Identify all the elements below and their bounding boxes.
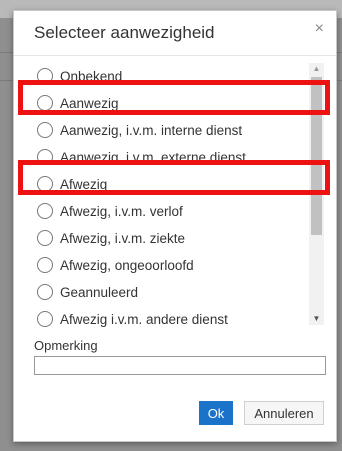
radio-button[interactable] — [37, 284, 53, 300]
radio-button[interactable] — [37, 176, 53, 192]
option-label: Afwezig i.v.m. andere dienst — [60, 311, 228, 327]
option-geannuleerd[interactable]: Geannuleerd — [37, 279, 138, 305]
option-label: Afwezig, ongeoorloofd — [60, 257, 194, 273]
option-afwezig-verlof[interactable]: Afwezig, i.v.m. verlof — [37, 198, 183, 224]
attendance-option-list[interactable]: Onbekend Aanwezig Aanwezig, i.v.m. inter… — [32, 55, 326, 331]
option-label: Aanwezig, i.v.m. externe dienst — [60, 149, 246, 165]
triangle-down-icon[interactable]: ▼ — [309, 313, 324, 325]
cancel-button[interactable]: Annuleren — [244, 401, 324, 425]
scrollbar-thumb[interactable] — [311, 77, 322, 235]
ok-button[interactable]: Ok — [199, 401, 233, 425]
radio-button[interactable] — [37, 122, 53, 138]
option-afwezig-andere-dienst[interactable]: Afwezig i.v.m. andere dienst — [37, 306, 228, 331]
radio-button[interactable] — [37, 257, 53, 273]
remark-label: Opmerking — [34, 338, 98, 353]
option-onbekend[interactable]: Onbekend — [37, 63, 122, 89]
radio-button[interactable] — [37, 203, 53, 219]
option-afwezig-ongeoorloofd[interactable]: Afwezig, ongeoorloofd — [37, 252, 194, 278]
radio-button[interactable] — [37, 68, 53, 84]
radio-button[interactable] — [37, 311, 53, 327]
option-label: Geannuleerd — [60, 284, 139, 300]
option-label: Afwezig — [60, 176, 108, 192]
option-afwezig-ziekte[interactable]: Afwezig, i.v.m. ziekte — [37, 225, 185, 251]
option-aanwezig-externe-dienst[interactable]: Aanwezig, i.v.m. externe dienst — [37, 144, 246, 170]
option-afwezig[interactable]: Afwezig — [37, 171, 107, 197]
close-icon[interactable]: × — [315, 21, 324, 37]
dialog-title: Selecteer aanwezigheid — [34, 23, 215, 42]
option-label: Onbekend — [60, 68, 123, 84]
option-label: Aanwezig, i.v.m. interne dienst — [60, 122, 243, 138]
radio-button[interactable] — [37, 95, 53, 111]
option-label: Afwezig, i.v.m. verlof — [60, 203, 183, 219]
triangle-up-icon[interactable]: ▲ — [309, 63, 324, 75]
radio-button[interactable] — [37, 230, 53, 246]
option-aanwezig[interactable]: Aanwezig — [37, 90, 119, 116]
radio-button[interactable] — [37, 149, 53, 165]
option-label: Afwezig, i.v.m. ziekte — [60, 230, 186, 246]
remark-input[interactable] — [34, 356, 326, 375]
option-aanwezig-interne-dienst[interactable]: Aanwezig, i.v.m. interne dienst — [37, 117, 242, 143]
option-label: Aanwezig — [60, 95, 119, 111]
list-scrollbar[interactable]: ▲ ▼ — [309, 63, 324, 325]
attendance-dialog: Selecteer aanwezigheid × Onbekend Aanwez… — [13, 10, 337, 442]
